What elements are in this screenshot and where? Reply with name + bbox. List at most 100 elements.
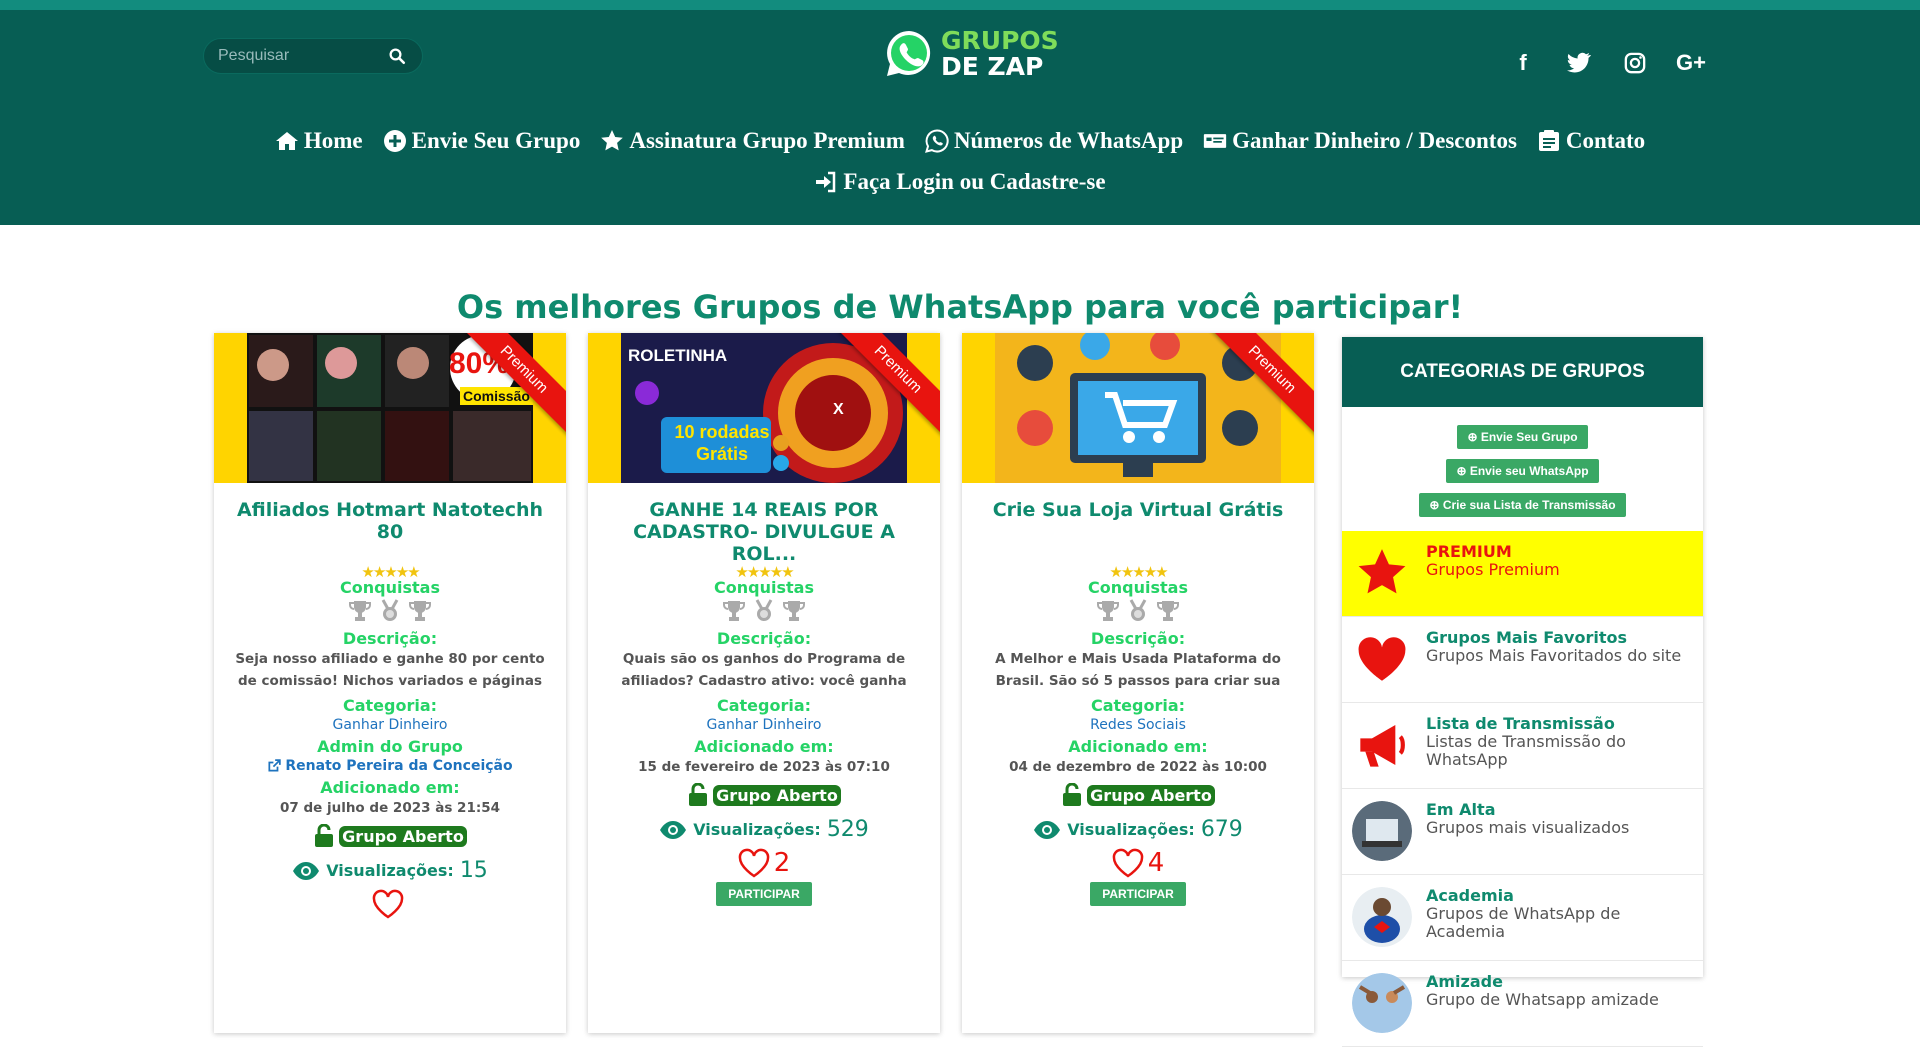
nav-money[interactable]: Ganhar Dinheiro / Descontos — [1203, 128, 1517, 154]
sidebar-item-friendship[interactable]: Amizade Grupo de Whatsapp amizade — [1342, 961, 1703, 1047]
group-title[interactable]: Afiliados Hotmart Natotechh 80 — [214, 499, 566, 563]
views-label: Visualizações: — [326, 861, 454, 880]
join-button[interactable]: PARTICIPAR — [1090, 882, 1186, 906]
sidebar-item-broadcast[interactable]: Lista de Transmissão Listas de Transmissã… — [1342, 703, 1703, 789]
avatar — [1352, 887, 1412, 947]
create-broadcast-list-button[interactable]: ⊕ Crie sua Lista de Transmissão — [1419, 493, 1626, 517]
like-button[interactable] — [214, 889, 566, 919]
like-button[interactable]: 2 — [588, 848, 940, 878]
description-label: Descrição: — [716, 629, 812, 648]
sidebar-item-subtitle: Grupos de WhatsApp de Academia — [1426, 904, 1621, 941]
achievements — [962, 599, 1314, 625]
sidebar-item-subtitle: Grupos Mais Favoritados do site — [1426, 646, 1682, 665]
thumb-title: ROLETINHA — [628, 346, 728, 365]
category-label: Categoria: — [716, 696, 812, 715]
sidebar-item-trending[interactable]: Em Alta Grupos mais visualizados — [1342, 789, 1703, 875]
instagram-icon[interactable] — [1622, 50, 1648, 76]
send-group-button[interactable]: ⊕ Envie Seu Grupo — [1457, 425, 1588, 449]
send-whatsapp-button[interactable]: ⊕ Envie seu WhatsApp — [1446, 459, 1599, 483]
sidebar-item-title: Em Alta — [1426, 800, 1496, 819]
group-title[interactable]: Crie Sua Loja Virtual Grátis — [962, 499, 1314, 563]
group-card[interactable]: 80% Comissão Premium Afiliados Hotmart N… — [214, 333, 566, 1033]
admin-name: Renato Pereira da Conceição — [285, 758, 513, 774]
send-whatsapp-label: Envie seu WhatsApp — [1469, 464, 1589, 478]
views-number: 529 — [826, 817, 869, 842]
sidebar-item-subtitle: Grupos mais visualizados — [1426, 818, 1630, 837]
views-count: Visualizações: 529 — [588, 817, 940, 842]
group-thumbnail[interactable]: 80% Comissão Premium — [214, 333, 566, 483]
search-box[interactable] — [203, 38, 423, 74]
nav-contact-label: Contato — [1565, 128, 1646, 153]
views-count: Visualizações: 679 — [962, 817, 1314, 842]
external-link-icon — [268, 759, 282, 772]
trophy-icon — [723, 601, 745, 621]
group-thumbnail[interactable]: ROLETINHA 10 rodadas Grátis X Premium — [588, 333, 940, 483]
contact-icon — [1538, 130, 1559, 151]
category-link[interactable]: Redes Sociais — [962, 717, 1314, 733]
trophy-icon — [1097, 601, 1119, 621]
category-link[interactable]: Ganhar Dinheiro — [214, 717, 566, 733]
group-thumbnail[interactable]: Premium — [962, 333, 1314, 483]
group-title[interactable]: GANHE 14 REAIS POR CADASTRO- DIVULGUE A … — [588, 499, 940, 565]
twitter-icon[interactable] — [1566, 50, 1592, 76]
medal-icon — [381, 599, 399, 621]
google-plus-icon[interactable]: G+ — [1676, 50, 1706, 76]
group-cards: 80% Comissão Premium Afiliados Hotmart N… — [214, 333, 1314, 1033]
category-label: Categoria: — [342, 696, 438, 715]
group-description: Quais são os ganhos do Programa de afili… — [621, 651, 907, 689]
money-icon — [1203, 134, 1227, 148]
added-date: 07 de julho de 2023 às 21:54 — [279, 800, 501, 816]
premium-ribbon-label: Premium — [457, 333, 566, 437]
category-link[interactable]: Ganhar Dinheiro — [588, 717, 940, 733]
create-broadcast-list-label: Crie sua Lista de Transmissão — [1442, 498, 1616, 512]
sidebar-item-title: Academia — [1426, 886, 1514, 905]
sidebar-item-title: PREMIUM — [1426, 542, 1512, 561]
logo-line2: DE ZAP — [941, 52, 1044, 81]
nav-premium[interactable]: Assinatura Grupo Premium — [600, 128, 905, 154]
sidebar-item-premium[interactable]: PREMIUM Grupos Premium — [1342, 531, 1703, 617]
premium-ribbon: Premium — [456, 333, 566, 443]
premium-ribbon-label: Premium — [1205, 333, 1314, 437]
whatsapp-logo-icon — [887, 31, 931, 76]
logo-line1: GRUPOS — [941, 26, 1059, 55]
added-date: 04 de dezembro de 2022 às 10:00 — [1009, 759, 1267, 775]
nav-send-group[interactable]: Envie Seu Grupo — [383, 128, 580, 154]
eye-icon — [1034, 820, 1061, 839]
added-label: Adicionado em: — [320, 778, 460, 797]
nav-contact[interactable]: Contato — [1537, 128, 1645, 154]
star-icon — [1358, 549, 1406, 594]
sidebar-item-favorites[interactable]: Grupos Mais Favoritos Grupos Mais Favorit… — [1342, 617, 1703, 703]
achievements — [214, 599, 566, 625]
search-input[interactable] — [218, 47, 378, 65]
whatsapp-icon — [924, 129, 949, 153]
avatar — [1352, 801, 1412, 861]
facebook-icon[interactable]: f — [1510, 50, 1536, 76]
top-accent-bar — [0, 0, 1920, 10]
views-number: 679 — [1200, 817, 1243, 842]
trophy-icon — [1157, 601, 1179, 621]
nav-home[interactable]: Home — [275, 128, 363, 154]
rating-stars: ★★★★★ — [1109, 563, 1168, 581]
nav-numbers-label: Números de WhatsApp — [953, 128, 1184, 153]
group-card[interactable]: ROLETINHA 10 rodadas Grátis X Premium GA… — [588, 333, 940, 1033]
medal-icon — [755, 599, 773, 621]
nav-login[interactable]: Faça Login ou Cadastre-se — [814, 169, 1106, 195]
added-label: Adicionado em: — [1068, 737, 1208, 756]
search-icon[interactable] — [388, 47, 406, 65]
nav-premium-label: Assinatura Grupo Premium — [629, 128, 905, 153]
like-button[interactable]: 4 — [962, 848, 1314, 878]
achievements-label: Conquistas — [1088, 578, 1188, 597]
group-card[interactable]: Premium Crie Sua Loja Virtual Grátis ★★★… — [962, 333, 1314, 1033]
premium-ribbon: Premium — [1204, 333, 1314, 443]
views-label: Visualizações: — [693, 820, 821, 839]
sidebar-item-gym[interactable]: Academia Grupos de WhatsApp de Academia — [1342, 875, 1703, 961]
unlock-icon — [315, 824, 334, 847]
join-button[interactable]: PARTICIPAR — [716, 882, 812, 906]
admin-link[interactable]: Renato Pereira da Conceição — [214, 758, 566, 774]
nav-numbers[interactable]: Números de WhatsApp — [924, 128, 1184, 154]
achievements — [588, 599, 940, 625]
site-logo[interactable]: GRUPOS DE ZAP — [883, 28, 1059, 80]
views-number: 15 — [459, 858, 488, 883]
achievements-label: Conquistas — [714, 578, 814, 597]
megaphone-icon — [1360, 725, 1405, 767]
